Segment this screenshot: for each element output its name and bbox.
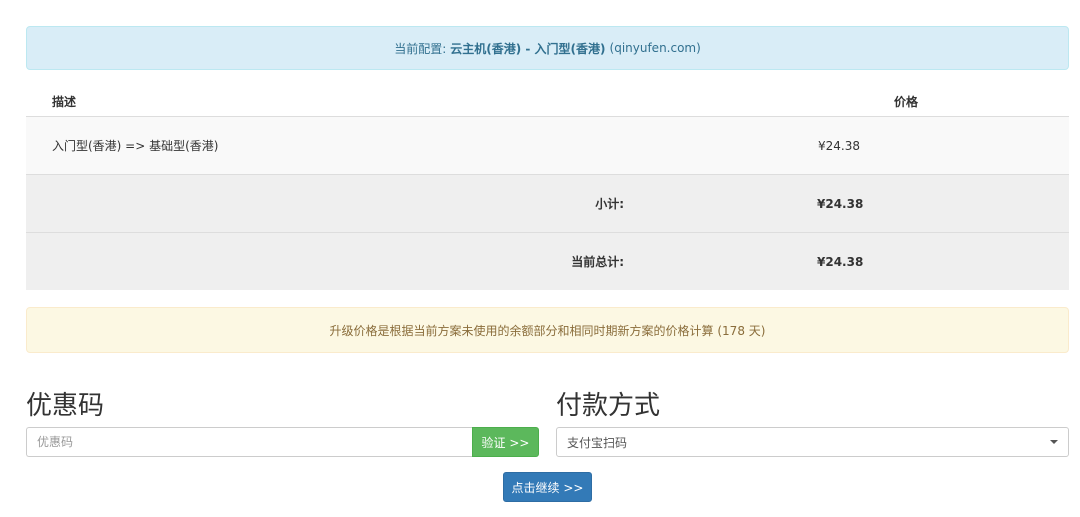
promo-section: 优惠码 验证 >> xyxy=(26,389,539,457)
promo-code-input[interactable] xyxy=(26,427,472,457)
header-price: 价格 xyxy=(894,94,919,109)
subtotal-label: 小计: xyxy=(595,197,624,211)
item-description: 入门型(香港) => 基础型(香港) xyxy=(52,139,219,153)
config-product: 云主机(香港) - 入门型(香港) xyxy=(450,41,606,56)
payment-section: 付款方式 支付宝扫码 xyxy=(556,389,1069,457)
upgrade-panel: 当前配置: 云主机(香港) - 入门型(香港) (qinyufen.com) 描… xyxy=(26,26,1069,353)
continue-button[interactable]: 点击继续 >> xyxy=(503,472,592,502)
item-price: ¥24.38 xyxy=(818,138,860,153)
promo-input-group: 验证 >> xyxy=(26,427,539,457)
payment-title: 付款方式 xyxy=(556,391,661,421)
payment-method-select[interactable]: 支付宝扫码 xyxy=(556,427,1069,457)
validate-button[interactable]: 验证 >> xyxy=(472,427,539,457)
promo-title: 优惠码 xyxy=(26,391,105,421)
total-label: 当前总计: xyxy=(571,255,624,269)
current-config-alert: 当前配置: 云主机(香港) - 入门型(香港) (qinyufen.com) xyxy=(26,26,1069,70)
total-row: 当前总计: ¥24.38 xyxy=(26,232,1069,290)
subtotal-row: 小计: ¥24.38 xyxy=(26,174,1069,232)
upgrade-notice: 升级价格是根据当前方案未使用的余额部分和相同时期新方案的价格计算 (178 天) xyxy=(26,307,1069,353)
table-row: 入门型(香港) => 基础型(香港) ¥24.38 xyxy=(26,116,1069,174)
config-prefix: 当前配置: xyxy=(394,41,447,56)
subtotal-value: ¥24.38 xyxy=(817,196,864,211)
total-value: ¥24.38 xyxy=(817,254,864,269)
header-description: 描述 xyxy=(52,94,77,109)
chevron-down-icon xyxy=(1050,440,1058,444)
upgrade-table: 描述 价格 xyxy=(26,86,1069,116)
payment-selected: 支付宝扫码 xyxy=(567,435,628,450)
config-domain: (qinyufen.com) xyxy=(609,41,701,55)
